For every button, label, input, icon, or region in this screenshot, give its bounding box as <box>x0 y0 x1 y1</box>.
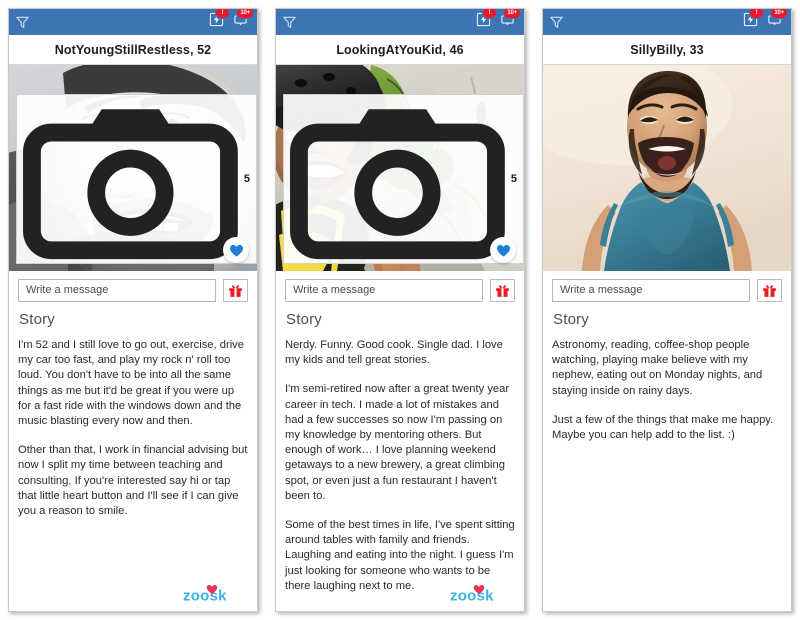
story-section: Story Nerdy. Funny. Good cook. Single da… <box>276 309 524 611</box>
messages-badge: 10+ <box>236 9 254 19</box>
app-bar-actions: ! 10+ <box>209 9 254 32</box>
profile-card: ! 10+ SillyBilly, 33 Write a message Sto… <box>542 8 792 612</box>
screenshot-root: ! 10+ NotYoungStillRestless, 52 5 Write … <box>0 0 800 620</box>
zoosk-logo: zoosk <box>182 582 248 606</box>
zoosk-logo: zoosk <box>449 582 515 606</box>
svg-text:zoosk: zoosk <box>183 588 227 605</box>
profile-photo[interactable]: 5 <box>276 65 524 271</box>
messages-chat-bubble-icon[interactable]: 10+ <box>233 9 254 32</box>
boost-lightning-bolt-icon[interactable]: ! <box>476 9 497 32</box>
boost-badge: ! <box>749 9 764 19</box>
camera-icon <box>23 109 238 259</box>
like-heart-button[interactable] <box>223 237 249 263</box>
profile-photo[interactable]: 5 <box>9 65 257 271</box>
write-message-input[interactable] <box>18 278 216 302</box>
gift-icon <box>763 284 776 297</box>
profile-username: LookingAtYouKid, 46 <box>336 42 464 57</box>
story-body: Nerdy. Funny. Good cook. Single dad. I l… <box>285 338 515 594</box>
boost-badge: ! <box>215 9 230 19</box>
story-heading: Story <box>553 311 590 328</box>
heart-icon <box>229 244 243 257</box>
app-bar: ! 10+ <box>276 9 524 35</box>
boost-lightning-bolt-icon[interactable]: ! <box>209 9 230 32</box>
send-gift-button[interactable] <box>757 278 782 302</box>
story-body: I'm 52 and I still love to go out, exerc… <box>18 338 248 519</box>
write-message-input[interactable] <box>285 278 483 302</box>
boost-lightning-bolt-icon[interactable]: ! <box>743 9 764 32</box>
profile-name-bar: SillyBilly, 33 <box>543 35 791 65</box>
profile-card: ! 10+ NotYoungStillRestless, 52 5 Write … <box>8 8 258 612</box>
gift-icon <box>229 284 242 297</box>
story-section: Story I'm 52 and I still love to go out,… <box>9 309 257 611</box>
photo-count-badge: 5 <box>16 93 257 264</box>
profile-username: SillyBilly, 33 <box>630 42 704 57</box>
like-heart-button[interactable] <box>490 237 516 263</box>
profile-name-bar: LookingAtYouKid, 46 <box>276 35 524 65</box>
app-bar: ! 10+ <box>543 9 791 35</box>
svg-text:zoosk: zoosk <box>450 588 494 605</box>
profile-name-bar: NotYoungStillRestless, 52 <box>9 35 257 65</box>
messages-chat-bubble-icon[interactable]: 10+ <box>500 9 521 32</box>
story-paragraph: Just a few of the things that make me ha… <box>552 413 774 442</box>
send-gift-button[interactable] <box>490 278 515 302</box>
story-heading: Story <box>19 311 56 328</box>
filter-icon[interactable] <box>282 15 297 30</box>
app-bar-actions: ! 10+ <box>476 9 521 32</box>
boost-badge: ! <box>482 9 497 19</box>
message-row <box>276 271 524 309</box>
messages-chat-bubble-icon[interactable]: 10+ <box>767 9 788 32</box>
profile-photo[interactable] <box>543 65 791 271</box>
story-heading: Story <box>286 311 323 328</box>
app-bar: ! 10+ <box>9 9 257 35</box>
story-paragraph: I'm semi-retired now after a great twent… <box>285 383 510 502</box>
photo-count-badge: 5 <box>283 93 524 264</box>
gift-icon <box>496 284 509 297</box>
story-paragraph: Other than that, I work in financial adv… <box>18 444 248 518</box>
filter-icon[interactable] <box>549 15 564 30</box>
photo-count-value: 5 <box>243 172 250 185</box>
profile-username: NotYoungStillRestless, 52 <box>54 42 212 57</box>
camera-icon <box>290 109 505 259</box>
story-paragraph: I'm 52 and I still love to go out, exerc… <box>18 339 244 428</box>
story-body: Astronomy, reading, coffee-shop people w… <box>552 338 782 443</box>
photo-count-value: 5 <box>510 172 517 185</box>
messages-badge: 10+ <box>770 9 788 19</box>
message-row <box>543 271 791 309</box>
send-gift-button[interactable] <box>223 278 248 302</box>
story-paragraph: Nerdy. Funny. Good cook. Single dad. I l… <box>285 339 503 367</box>
write-message-input[interactable] <box>552 278 750 302</box>
messages-badge: 10+ <box>503 9 521 19</box>
heart-icon <box>496 244 510 257</box>
filter-icon[interactable] <box>15 15 30 30</box>
message-row <box>9 271 257 309</box>
story-paragraph: Astronomy, reading, coffee-shop people w… <box>552 339 763 397</box>
profile-card: ! 10+ LookingAtYouKid, 46 5 Write a mess… <box>275 8 525 612</box>
app-bar-actions: ! 10+ <box>743 9 788 32</box>
story-section: Story Astronomy, reading, coffee-shop pe… <box>543 309 791 611</box>
